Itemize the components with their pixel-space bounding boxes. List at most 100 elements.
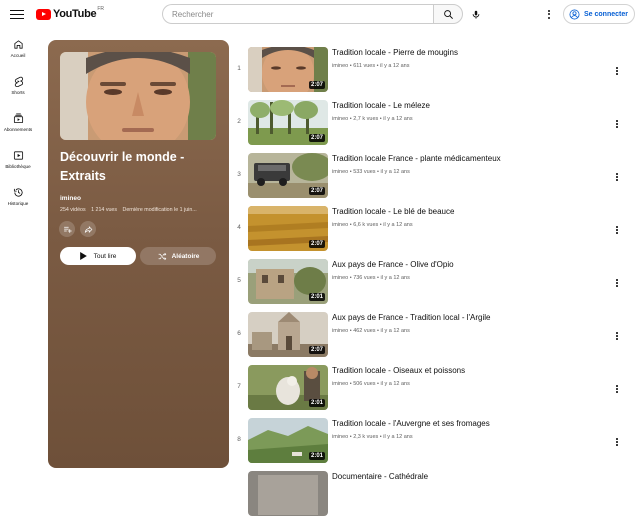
logo-region: FR [97,6,104,12]
video-row[interactable]: 6 2:07 Aux pays de France - Tradition lo… [232,310,632,363]
video-row[interactable]: 5 2:01 Aux pays de France - Olive d'Opio… [232,257,632,310]
video-count: 254 vidéos [60,207,86,213]
video-thumbnail[interactable] [248,471,328,516]
more-actions-icon[interactable] [613,330,621,342]
video-duration: 2:07 [308,346,325,354]
video-duration: 2:07 [308,134,325,142]
playlist-video-list: 1 2:07 Tradition locale - Pierre de moug… [232,45,632,522]
search-icon [443,9,453,19]
search-bar [162,4,463,24]
video-age: il y a 12 ans [380,63,410,69]
video-channel[interactable]: imineo [332,63,348,69]
video-title[interactable]: Tradition locale - Le méleze [332,101,430,110]
sidebar-item-label: Bibliothèque [5,164,31,169]
video-row[interactable]: 4 2:07 Tradition locale - Le blé de beau… [232,204,632,257]
video-thumbnail[interactable]: 2:07 [248,206,328,251]
play-icon [79,252,87,260]
more-actions-icon[interactable] [613,65,621,77]
sidebar-item-library[interactable]: Bibliothèque [0,141,36,178]
video-age: il y a 12 ans [380,381,410,387]
save-playlist-button[interactable] [59,221,75,237]
video-index: 6 [237,330,241,337]
video-views: 736 vues [353,275,376,281]
video-views: 6,6 k vues [353,222,379,228]
video-thumbnail[interactable]: 2:01 [248,418,328,463]
signin-label: Se connecter [584,10,628,18]
video-age: il y a 12 ans [383,222,413,228]
video-age: il y a 12 ans [380,275,410,281]
video-thumbnail[interactable]: 2:01 [248,365,328,410]
share-button[interactable] [80,221,96,237]
sidebar-item-subscriptions[interactable]: Abonnements [0,104,36,141]
video-thumbnail[interactable]: 2:07 [248,100,328,145]
video-channel[interactable]: imineo [332,328,348,334]
playlist-title: Découvrir le monde - Extraits [60,150,185,183]
video-title[interactable]: Aux pays de France - Olive d'Opio [332,260,454,269]
video-row[interactable]: 8 2:01 Tradition locale - l'Auvergne et … [232,416,632,469]
more-actions-icon[interactable] [613,277,621,289]
video-row[interactable]: 2 2:07 Tradition locale - Le méleze imin… [232,98,632,151]
video-title[interactable]: Aux pays de France - Tradition local - l… [332,313,490,322]
shuffle-label: Aléatoire [171,252,200,260]
video-channel[interactable]: imineo [332,116,348,122]
playlist-channel[interactable]: imineo [60,195,81,202]
video-thumbnail[interactable]: 2:01 [248,259,328,304]
sidebar-item-history[interactable]: Historique [0,178,36,215]
playlist-play-buttons: Tout lire Aléatoire [60,247,216,265]
video-channel[interactable]: imineo [332,222,348,228]
video-index: 1 [237,65,241,72]
video-row[interactable]: Documentaire - Cathédrale [232,469,632,522]
video-title[interactable]: Tradition locale - Oiseaux et poissons [332,366,465,375]
video-duration: 2:07 [308,187,325,195]
shuffle-icon [158,252,166,260]
sidebar-item-home[interactable]: Accueil [0,30,36,67]
video-channel[interactable]: imineo [332,169,348,175]
video-thumbnail[interactable]: 2:07 [248,47,328,92]
video-title[interactable]: Tradition locale France - plante médicam… [332,154,501,163]
microphone-icon [472,10,480,19]
video-row[interactable]: 7 2:01 Tradition locale - Oiseaux et poi… [232,363,632,416]
voice-search-button[interactable] [468,6,484,22]
more-actions-icon[interactable] [613,436,621,448]
menu-icon[interactable] [10,7,24,21]
video-channel[interactable]: imineo [332,381,348,387]
settings-more-icon[interactable] [543,7,555,21]
play-all-button[interactable]: Tout lire [60,247,136,265]
video-duration: 2:07 [308,81,325,89]
youtube-logo[interactable]: YouTube FR [36,6,104,20]
video-row[interactable]: 1 2:07 Tradition locale - Pierre de moug… [232,45,632,98]
sidebar-item-shorts[interactable]: Shorts [0,67,36,104]
history-icon [13,188,23,197]
more-actions-icon[interactable] [613,224,621,236]
shuffle-button[interactable]: Aléatoire [140,247,216,265]
video-channel[interactable]: imineo [332,275,348,281]
more-actions-icon[interactable] [613,383,621,395]
video-duration: 2:01 [308,293,325,301]
more-actions-icon[interactable] [613,171,621,183]
video-title[interactable]: Tradition locale - Le blé de beauce [332,207,454,216]
playlist-actions [59,221,96,237]
search-button[interactable] [433,4,463,24]
more-actions-icon[interactable] [613,118,621,130]
video-title[interactable]: Tradition locale - Pierre de mougins [332,48,458,57]
playlist-thumbnail[interactable] [60,52,216,140]
video-meta: imineo • 611 vues • il y a 12 ans [332,63,410,69]
sidebar-item-label: Accueil [10,53,26,58]
playlist-add-icon [63,226,72,233]
video-index: 8 [237,436,241,443]
video-thumbnail[interactable]: 2:07 [248,312,328,357]
play-all-label: Tout lire [93,252,117,260]
signin-button[interactable]: Se connecter [563,4,635,24]
top-bar: YouTube FR Se connecter [0,0,640,28]
subscriptions-icon [13,113,23,124]
sidebar-item-label: Shorts [11,90,25,95]
video-thumbnail[interactable]: 2:07 [248,153,328,198]
last-modified: Dernière modification le 1 juin... [122,207,197,213]
video-views: 533 vues [353,169,376,175]
video-title[interactable]: Tradition locale - l'Auvergne et ses fro… [332,419,490,428]
video-channel[interactable]: imineo [332,434,348,440]
video-row[interactable]: 3 2:07 Tradition locale France - plante … [232,151,632,204]
playlist-header-panel: Découvrir le monde - Extraits imineo 254… [48,40,229,468]
search-input[interactable] [162,4,433,24]
sidebar: Accueil Shorts Abonnements Bibliothèque … [0,30,36,215]
